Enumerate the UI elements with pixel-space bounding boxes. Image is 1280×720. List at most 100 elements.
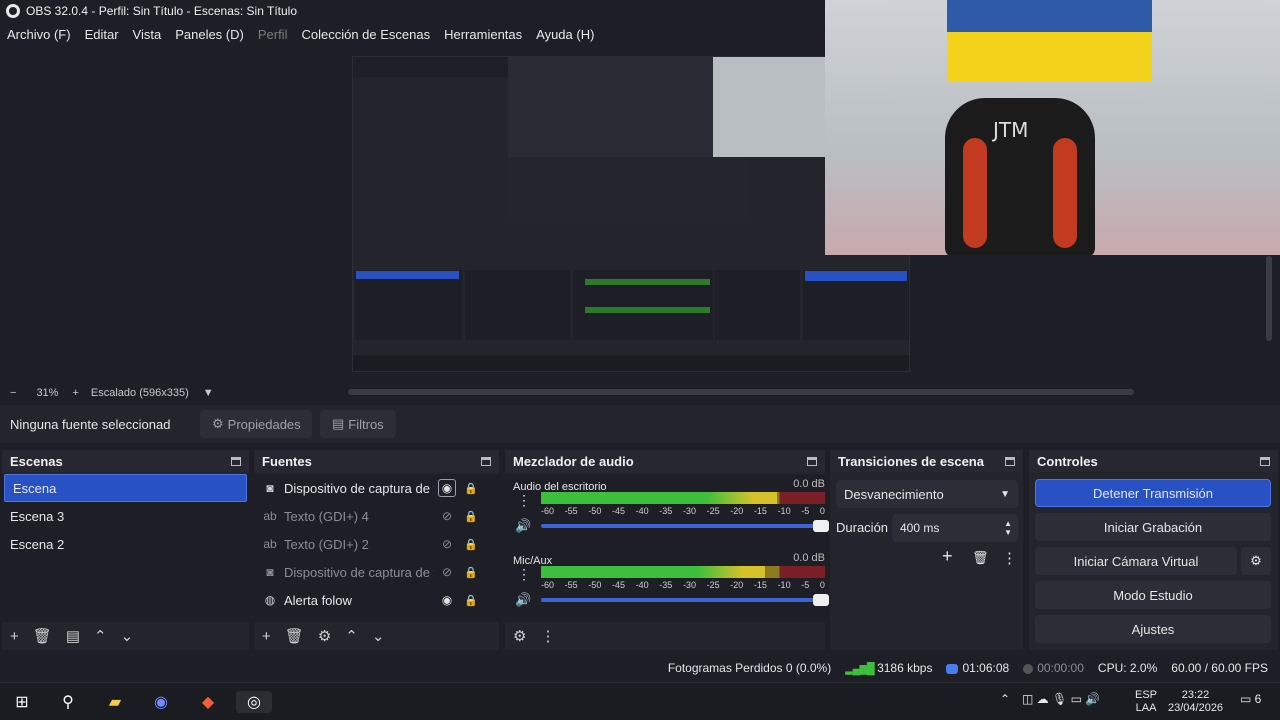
transition-select[interactable]: Desvanecimiento ▼	[836, 480, 1018, 508]
tray-app-icons[interactable]: ◫ ☁ 🎙 ▭ 🔊	[1022, 693, 1100, 706]
menu-file[interactable]: Archivo (F)	[0, 27, 78, 42]
meter-tick-label: -5	[801, 506, 810, 516]
duration-spinbox[interactable]: 400 ms ▲ ▼	[892, 514, 1018, 542]
clock[interactable]: 23:22 23/04/2026	[1168, 689, 1223, 715]
add-icon[interactable]: +	[10, 628, 19, 645]
speaker-icon[interactable]: 🔊	[515, 518, 531, 534]
source-item[interactable]: ◙ Dispositivo de captura de v ◉ 🔒	[254, 474, 499, 502]
eye-icon[interactable]: ◉	[438, 591, 456, 609]
source-item[interactable]: ◙ Dispositivo de captura de v ⊘ 🔒	[254, 558, 499, 586]
volume-meter	[541, 566, 825, 578]
preview-horizontal-scrollbar[interactable]	[348, 389, 1134, 395]
scene-item[interactable]: Escena 2	[2, 530, 249, 558]
menu-tools[interactable]: Herramientas	[437, 27, 529, 42]
obs-taskbar-icon[interactable]: ◎	[236, 691, 272, 713]
controls-dock: Controles Detener Transmisión Iniciar Gr…	[1029, 450, 1278, 650]
preview-vertical-scrollbar[interactable]	[1266, 256, 1272, 341]
source-item[interactable]: ab Texto (GDI+) 4 ⊘ 🔒	[254, 502, 499, 530]
menu-profile[interactable]: Perfil	[251, 27, 295, 42]
scenes-title: Escenas	[10, 453, 63, 469]
source-label: Dispositivo de captura de v	[284, 564, 434, 580]
mixer-menu-icon[interactable]: ⋮	[540, 627, 555, 645]
meter-tick-label: 0	[819, 580, 825, 590]
studio-mode-button[interactable]: Modo Estudio	[1035, 581, 1271, 609]
gear-icon[interactable]: ⚙	[318, 627, 331, 645]
move-up-icon[interactable]: ⌃	[345, 627, 358, 645]
meter-tick-label: -20	[730, 580, 744, 590]
search-icon[interactable]: ⚲	[56, 691, 80, 713]
virtual-camera-settings-button[interactable]: ⚙	[1241, 547, 1271, 575]
menu-docks[interactable]: Paneles (D)	[168, 27, 251, 42]
lock-icon[interactable]: 🔒	[464, 566, 478, 579]
menu-edit[interactable]: Editar	[78, 27, 126, 42]
filter-icon[interactable]: ▤	[66, 627, 80, 645]
meter-level	[541, 492, 777, 504]
settings-button[interactable]: Ajustes	[1035, 615, 1271, 643]
transition-menu-icon[interactable]: ⋮	[1002, 549, 1017, 567]
menu-view[interactable]: Vista	[126, 27, 169, 42]
stop-stream-button[interactable]: Detener Transmisión	[1035, 479, 1271, 507]
transitions-dock: Transiciones de escena Desvanecimiento ▼…	[830, 450, 1023, 650]
eye-hidden-icon[interactable]: ⊘	[438, 535, 456, 553]
add-icon[interactable]: +	[262, 628, 271, 645]
zoom-in-button[interactable]: +	[72, 387, 78, 399]
notification-icon[interactable]: ▭ 6	[1240, 693, 1261, 706]
move-down-icon[interactable]: ⌄	[121, 627, 134, 645]
lock-icon[interactable]: 🔒	[464, 594, 478, 607]
speaker-icon[interactable]: 🔊	[515, 592, 531, 608]
move-up-icon[interactable]: ⌃	[94, 627, 107, 645]
spin-arrows-icon[interactable]: ▲ ▼	[1004, 519, 1012, 537]
text-icon: ab	[263, 537, 277, 551]
title-bar: OBS 32.0.4 - Perfil: Sin Título - Escena…	[0, 0, 825, 22]
undock-icon[interactable]	[481, 456, 491, 466]
channel-menu-icon[interactable]: ⋮	[517, 492, 531, 509]
volume-slider[interactable]	[541, 520, 829, 532]
undock-icon[interactable]	[231, 456, 241, 466]
source-item[interactable]: ◍ Alerta folow ◉ 🔒	[254, 586, 499, 614]
volume-slider[interactable]	[541, 594, 829, 606]
source-item[interactable]: ab Texto (GDI+) 2 ⊘ 🔒	[254, 530, 499, 558]
channel-menu-icon[interactable]: ⋮	[517, 566, 531, 583]
trash-icon[interactable]: 🗑	[285, 627, 304, 645]
lock-icon[interactable]: 🔒	[464, 510, 478, 523]
scenes-footer: + 🗑 ▤ ⌃ ⌄	[2, 622, 249, 650]
undock-icon[interactable]	[807, 456, 817, 466]
meter-tick-label: -5	[801, 580, 810, 590]
zoom-out-button[interactable]: −	[10, 387, 16, 399]
lock-icon[interactable]: 🔒	[464, 482, 478, 495]
record-icon	[1023, 663, 1034, 674]
brave-icon[interactable]: ◆	[196, 691, 220, 713]
start-virtual-camera-button[interactable]: Iniciar Cámara Virtual	[1035, 547, 1237, 575]
eye-hidden-icon[interactable]: ⊘	[438, 563, 456, 581]
trash-icon[interactable]: 🗑	[33, 627, 52, 645]
audio-channel: Audio del escritorio 0.0 dB ⋮ -60 -55 -50-…	[513, 478, 829, 546]
duration-value: 400 ms	[900, 521, 940, 535]
menu-scene-collection[interactable]: Colección de Escenas	[294, 27, 437, 42]
scene-item[interactable]: Escena	[4, 474, 247, 502]
language-indicator[interactable]: ESP LAA	[1135, 689, 1157, 715]
meter-tick-label: -60	[541, 580, 555, 590]
lock-icon[interactable]: 🔒	[464, 538, 478, 551]
menu-help[interactable]: Ayuda (H)	[529, 27, 601, 42]
duration-label: Duración	[836, 520, 889, 535]
move-down-icon[interactable]: ⌄	[372, 627, 385, 645]
eye-icon[interactable]: ◉	[438, 479, 456, 497]
trash-icon[interactable]: 🗑	[972, 550, 989, 566]
scene-item[interactable]: Escena 3	[2, 502, 249, 530]
undock-icon[interactable]	[1260, 456, 1270, 466]
file-explorer-icon[interactable]: ▰	[103, 691, 127, 713]
undock-icon[interactable]	[1005, 456, 1015, 466]
filters-button[interactable]: ▤ Filtros	[320, 410, 396, 438]
meter-ticks: -60 -55 -50 -45 -40 -35 -30 -25 -20 -15 -10 -5 0	[541, 506, 825, 516]
wall-flag	[947, 0, 1152, 82]
tray-chevron-icon[interactable]: ⌃	[1000, 693, 1010, 706]
advanced-audio-icon[interactable]: ⚙	[513, 627, 526, 645]
scale-dropdown-icon[interactable]: ▼	[203, 387, 214, 399]
eye-hidden-icon[interactable]: ⊘	[438, 507, 456, 525]
start-recording-button[interactable]: Iniciar Grabación	[1035, 513, 1271, 541]
properties-button[interactable]: ⚙ Propiedades	[200, 410, 312, 438]
filters-label: Filtros	[348, 416, 384, 432]
add-icon[interactable]: +	[942, 546, 953, 567]
windows-start-icon[interactable]: ⊞	[10, 691, 34, 713]
discord-icon[interactable]: ◉	[149, 691, 173, 713]
